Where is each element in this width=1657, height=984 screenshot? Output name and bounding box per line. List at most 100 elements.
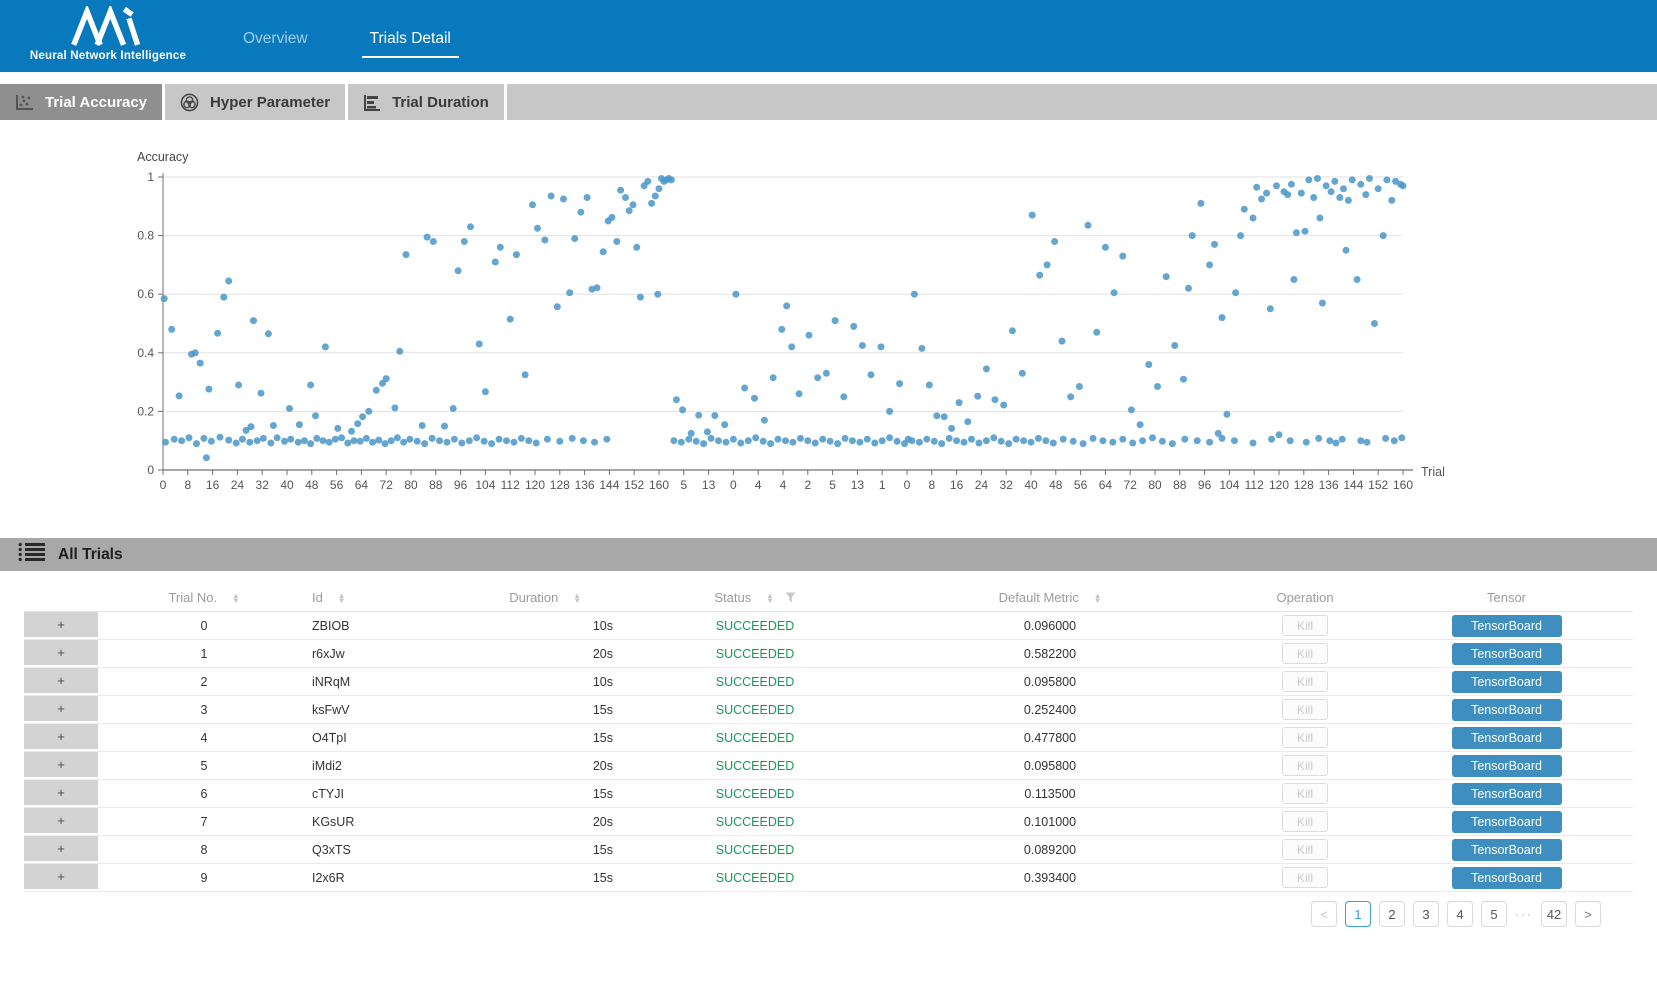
svg-text:128: 128 <box>550 478 570 492</box>
tensorboard-button[interactable]: TensorBoard <box>1452 643 1562 665</box>
duration-cell: 15s <box>450 843 640 857</box>
tab-hyper-parameter[interactable]: Hyper Parameter <box>165 84 348 120</box>
scatter-point <box>1070 438 1077 445</box>
sort-icon[interactable]: ▲▼ <box>232 593 239 603</box>
row-expander[interactable]: + <box>24 864 98 891</box>
tensorboard-button[interactable]: TensorBoard <box>1452 783 1562 805</box>
scatter-point <box>1268 436 1275 443</box>
kill-button[interactable]: Kill <box>1282 671 1328 692</box>
row-expander[interactable]: + <box>24 752 98 779</box>
pagination-page-3[interactable]: 3 <box>1413 901 1439 927</box>
scatter-point <box>1382 435 1389 442</box>
default-metric-cell: 0.477800 <box>870 731 1230 745</box>
row-expander[interactable]: + <box>24 836 98 863</box>
kill-button[interactable]: Kill <box>1282 839 1328 860</box>
svg-text:160: 160 <box>1393 478 1413 492</box>
accuracy-scatter-chart: Accuracy00.20.40.60.81081624324048566472… <box>0 120 1657 538</box>
status-cell: SUCCEEDED <box>640 843 870 857</box>
scatter-point <box>878 343 885 350</box>
scatter-point <box>741 385 748 392</box>
sort-icon[interactable]: ▲▼ <box>573 593 580 603</box>
pagination-page-5[interactable]: 5 <box>1481 901 1507 927</box>
scatter-point <box>286 405 293 412</box>
nav-item-trials-detail[interactable]: Trials Detail <box>362 30 459 58</box>
svg-text:64: 64 <box>1099 478 1113 492</box>
pagination-page-1[interactable]: 1 <box>1345 901 1371 927</box>
tab-trial-accuracy[interactable]: Trial Accuracy <box>0 84 165 120</box>
kill-button[interactable]: Kill <box>1282 727 1328 748</box>
scatter-point <box>466 437 473 444</box>
scatter-point <box>522 371 529 378</box>
scatter-point <box>834 440 841 447</box>
pagination-next-button[interactable]: > <box>1575 901 1601 927</box>
tensorboard-button[interactable]: TensorBoard <box>1452 867 1562 889</box>
scatter-point <box>548 193 555 200</box>
scatter-point <box>1316 215 1323 222</box>
scatter-point <box>1137 421 1144 428</box>
sort-icon[interactable]: ▲▼ <box>338 593 345 603</box>
table-row: +1r6xJw20sSUCCEEDED0.582200KillTensorBoa… <box>24 640 1633 668</box>
scatter-point <box>723 439 730 446</box>
scatter-point <box>1302 228 1309 235</box>
scatter-point <box>644 178 651 185</box>
filter-icon[interactable] <box>785 592 796 603</box>
sort-icon[interactable]: ▲▼ <box>1094 593 1101 603</box>
svg-text:8: 8 <box>184 478 191 492</box>
scatter-point <box>461 238 468 245</box>
tensorboard-button[interactable]: TensorBoard <box>1452 615 1562 637</box>
tensorboard-button[interactable]: TensorBoard <box>1452 727 1562 749</box>
operation-cell: Kill <box>1230 727 1380 748</box>
row-expander[interactable]: + <box>24 724 98 751</box>
scatter-point <box>267 440 274 447</box>
svg-text:0.4: 0.4 <box>137 346 154 360</box>
kill-button[interactable]: Kill <box>1282 643 1328 664</box>
row-expander[interactable]: + <box>24 640 98 667</box>
svg-text:4: 4 <box>755 478 762 492</box>
pagination-page-2[interactable]: 2 <box>1379 901 1405 927</box>
scatter-point <box>1303 439 1310 446</box>
trial-id-cell: iMdi2 <box>310 759 450 773</box>
duration-cell: 10s <box>450 619 640 633</box>
row-expander[interactable]: + <box>24 612 98 639</box>
row-expander[interactable]: + <box>24 780 98 807</box>
column-label: Operation <box>1276 590 1333 605</box>
scatter-point <box>1050 440 1057 447</box>
column-label: Id <box>312 590 323 605</box>
scatter-point <box>678 439 685 446</box>
scatter-point <box>850 323 857 330</box>
scatter-point <box>1383 176 1390 183</box>
sort-icon[interactable]: ▲▼ <box>766 593 773 603</box>
pagination-prev-button[interactable]: < <box>1311 901 1337 927</box>
scatter-point <box>382 440 389 447</box>
row-expander[interactable]: + <box>24 668 98 695</box>
scatter-point <box>1119 253 1126 260</box>
row-expander[interactable]: + <box>24 808 98 835</box>
trial-no-cell: 9 <box>98 871 310 885</box>
kill-button[interactable]: Kill <box>1282 699 1328 720</box>
scatter-point <box>767 440 774 447</box>
kill-button[interactable]: Kill <box>1282 867 1328 888</box>
tab-trial-duration[interactable]: Trial Duration <box>348 84 507 120</box>
svg-text:136: 136 <box>575 478 595 492</box>
scatter-point <box>421 440 428 447</box>
pagination-page-42[interactable]: 42 <box>1541 901 1567 927</box>
kill-button[interactable]: Kill <box>1282 811 1328 832</box>
nav-item-overview[interactable]: Overview <box>235 30 316 56</box>
operation-cell: Kill <box>1230 811 1380 832</box>
scatter-point <box>633 244 640 251</box>
kill-button[interactable]: Kill <box>1282 615 1328 636</box>
tensorboard-button[interactable]: TensorBoard <box>1452 811 1562 833</box>
scatter-point <box>322 343 329 350</box>
scatter-point <box>1060 436 1067 443</box>
tensorboard-button[interactable]: TensorBoard <box>1452 699 1562 721</box>
kill-button[interactable]: Kill <box>1282 783 1328 804</box>
kill-button[interactable]: Kill <box>1282 755 1328 776</box>
sort-down-icon: ▼ <box>1094 598 1101 603</box>
scatter-point <box>1349 176 1356 183</box>
tensorboard-button[interactable]: TensorBoard <box>1452 671 1562 693</box>
pagination-page-4[interactable]: 4 <box>1447 901 1473 927</box>
tensorboard-button[interactable]: TensorBoard <box>1452 839 1562 861</box>
row-expander[interactable]: + <box>24 696 98 723</box>
tensorboard-button[interactable]: TensorBoard <box>1452 755 1562 777</box>
scatter-point <box>656 185 663 192</box>
